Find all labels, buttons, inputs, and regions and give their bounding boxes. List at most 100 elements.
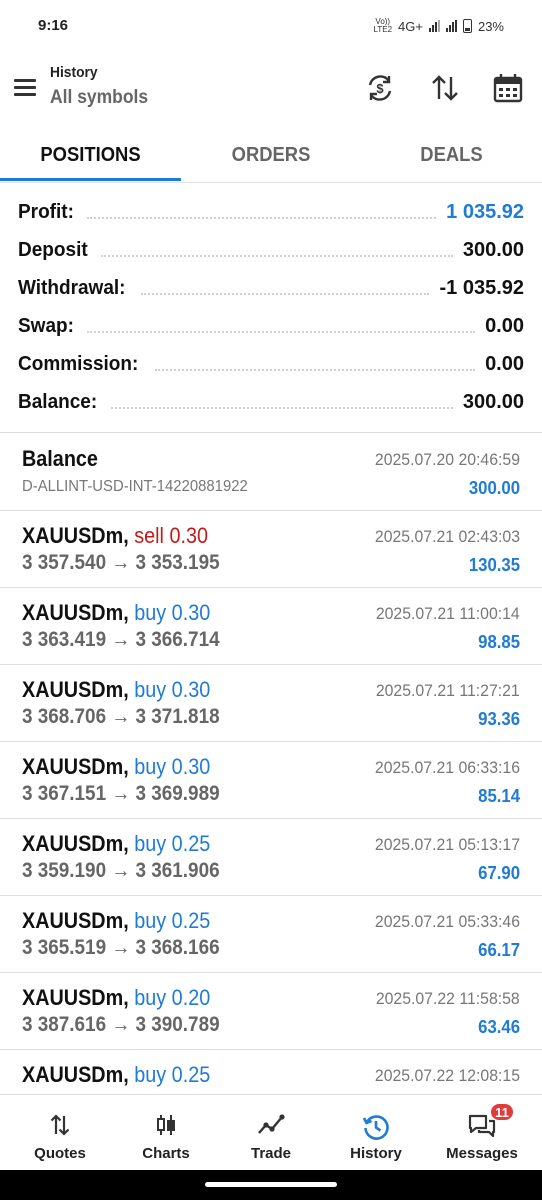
summary-row-deposit: Deposit 300.00: [18, 231, 524, 269]
close-price: 3 369.989: [135, 782, 220, 805]
tab-deals[interactable]: DEALS: [368, 128, 535, 182]
summary-panel: Profit: 1 035.92 Deposit 300.00 Withdraw…: [0, 190, 542, 430]
position-volume: 0.30: [171, 600, 211, 625]
unread-badge: 11: [490, 1103, 514, 1121]
position-row[interactable]: XAUUSDm, buy 0.30 3 367.151 → 3 369.989 …: [0, 741, 542, 819]
open-price: 3 365.519: [22, 936, 107, 959]
position-row[interactable]: XAUUSDm, buy 0.25 3 359.190 → 3 361.906 …: [0, 818, 542, 896]
position-volume: 0.25: [171, 1062, 211, 1087]
arrow-icon: →: [111, 782, 131, 805]
menu-icon[interactable]: [14, 79, 36, 96]
history-tabs: POSITIONS ORDERS DEALS: [0, 128, 542, 183]
summary-label: Swap:: [18, 314, 74, 337]
summary-value: 300.00: [462, 238, 524, 261]
summary-row-swap: Swap: 0.00: [18, 307, 524, 345]
position-time: 2025.07.22 12:08:15: [374, 1066, 520, 1085]
sort-arrows-icon: [432, 75, 458, 101]
calendar-button[interactable]: [492, 72, 524, 104]
position-side: buy: [134, 677, 167, 702]
position-volume: 0.30: [171, 754, 211, 779]
signal-icon-2: [445, 20, 457, 32]
home-gesture-handle[interactable]: [205, 1182, 337, 1187]
tab-positions[interactable]: POSITIONS: [7, 128, 174, 182]
position-side: buy: [134, 754, 167, 779]
position-side: buy: [134, 985, 167, 1010]
summary-value: -1 035.92: [439, 276, 524, 299]
arrow-icon: →: [111, 551, 131, 574]
position-symbol: XAUUSDm,: [22, 523, 129, 548]
close-price: 3 353.195: [135, 551, 220, 574]
position-row[interactable]: XAUUSDm, buy 0.20 3 387.616 → 3 390.789 …: [0, 972, 542, 1050]
entry-time: 2025.07.20 20:46:59: [374, 450, 520, 469]
history-clock-icon: [362, 1115, 389, 1140]
position-profit: 85.14: [478, 786, 520, 806]
balance-title: Balance: [22, 446, 98, 471]
position-row[interactable]: XAUUSDm, sell 0.30 3 357.540 → 3 353.195…: [0, 510, 542, 588]
position-side: buy: [134, 908, 167, 933]
arrow-icon: →: [111, 705, 131, 728]
balance-entry[interactable]: Balance D-ALLINT-USD-INT-14220881922 202…: [0, 433, 542, 511]
open-price: 3 367.151: [22, 782, 107, 805]
sort-button[interactable]: [429, 72, 461, 104]
position-row[interactable]: XAUUSDm, buy 0.30 3 363.419 → 3 366.714 …: [0, 587, 542, 665]
position-profit: 66.17: [478, 940, 520, 960]
position-symbol-line: XAUUSDm, buy 0.25: [22, 908, 210, 934]
status-bar: 9:16 Vo)) LTE2 4G+ 23%: [0, 0, 542, 52]
arrow-icon: →: [111, 859, 131, 882]
close-price: 3 390.789: [135, 1013, 220, 1036]
position-symbol: XAUUSDm,: [22, 600, 129, 625]
position-profit: 93.36: [478, 709, 520, 729]
status-indicators: Vo)) LTE2 4G+ 23%: [374, 18, 505, 34]
currency-sync-button[interactable]: $: [364, 72, 396, 104]
arrow-icon: →: [111, 1013, 131, 1036]
summary-row-commission: Commission: 0.00: [18, 345, 524, 383]
volte-icon: Vo)) LTE2: [373, 17, 393, 34]
position-time: 2025.07.22 11:58:58: [376, 989, 520, 1008]
position-row[interactable]: XAUUSDm, buy 0.25 3 365.519 → 3 368.166 …: [0, 895, 542, 973]
summary-row-withdrawal: Withdrawal: -1 035.92: [18, 269, 524, 307]
summary-label: Commission:: [18, 352, 139, 375]
position-profit: 130.35: [468, 555, 520, 575]
position-symbol: XAUUSDm,: [22, 1062, 129, 1087]
svg-text:$: $: [376, 81, 384, 96]
nav-label: History: [350, 1145, 402, 1162]
nav-label: Messages: [446, 1145, 518, 1162]
summary-label: Balance:: [18, 390, 98, 413]
nav-history[interactable]: History: [322, 1095, 430, 1171]
dotted-leader: [86, 217, 437, 219]
close-price: 3 368.166: [135, 936, 220, 959]
position-time: 2025.07.21 06:33:16: [374, 758, 520, 777]
position-time: 2025.07.21 05:33:46: [374, 912, 520, 931]
summary-label: Deposit: [18, 238, 88, 261]
balance-comment: D-ALLINT-USD-INT-14220881922: [22, 478, 248, 495]
tab-orders[interactable]: ORDERS: [188, 128, 354, 182]
position-time: 2025.07.21 11:00:14: [376, 604, 520, 623]
dotted-leader: [86, 331, 476, 333]
active-tab-indicator: [0, 178, 181, 181]
arrow-icon: →: [111, 936, 131, 959]
currency-refresh-icon: $: [368, 75, 392, 101]
quotes-arrows-icon: [50, 1114, 70, 1136]
position-symbol-line: XAUUSDm, buy 0.25: [22, 831, 210, 857]
position-symbol: XAUUSDm,: [22, 677, 129, 702]
nav-charts[interactable]: Charts: [112, 1095, 220, 1171]
position-volume: 0.25: [171, 831, 211, 856]
position-symbol: XAUUSDm,: [22, 754, 129, 779]
close-price: 3 361.906: [135, 859, 220, 882]
nav-quotes[interactable]: Quotes: [6, 1095, 114, 1171]
position-prices: 3 365.519 → 3 368.166: [22, 936, 220, 960]
entry-amount: 300.00: [468, 478, 520, 498]
nav-messages[interactable]: 11 Messages: [428, 1095, 536, 1171]
position-row[interactable]: XAUUSDm, buy 0.30 3 368.706 → 3 371.818 …: [0, 664, 542, 742]
position-volume: 0.30: [169, 523, 209, 548]
position-prices: 3 357.540 → 3 353.195: [22, 551, 220, 575]
nav-trade[interactable]: Trade: [217, 1095, 325, 1171]
arrow-icon: →: [111, 628, 131, 651]
network-type: 4G+: [398, 18, 423, 34]
position-symbol: XAUUSDm,: [22, 831, 129, 856]
symbol-filter[interactable]: All symbols: [50, 87, 148, 109]
position-symbol-line: XAUUSDm, buy 0.20: [22, 985, 210, 1011]
position-volume: 0.30: [171, 677, 211, 702]
summary-value: 1 035.92: [446, 200, 524, 223]
nav-label: Charts: [142, 1145, 190, 1162]
